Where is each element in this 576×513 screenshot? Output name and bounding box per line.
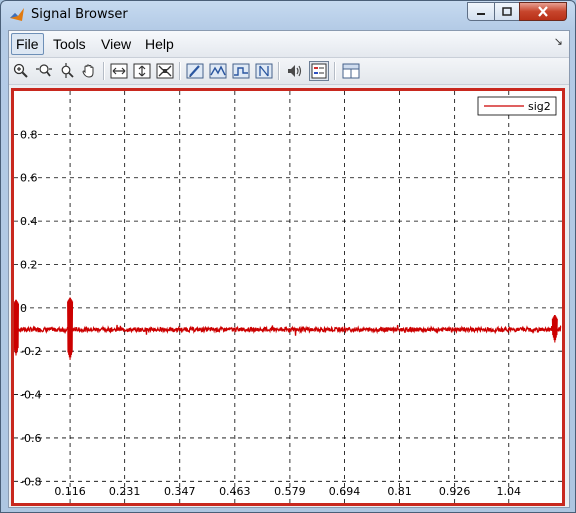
zoom-y-icon (61, 63, 74, 78)
x-tick-label: 0.463 (219, 485, 251, 498)
zoom-x-icon (36, 64, 52, 77)
matlab-logo-icon (10, 8, 24, 21)
pencil-measure-icon (186, 63, 204, 79)
y-tick-label: 0 (20, 302, 27, 315)
x-tick-label: 0.231 (109, 485, 141, 498)
fit-y-button[interactable] (132, 61, 152, 81)
zoom-in-icon (13, 63, 28, 78)
menu-help[interactable]: Help (141, 34, 178, 54)
signal-spike (67, 297, 74, 360)
panel-layout-button[interactable] (341, 61, 361, 81)
toolbar-separator (103, 62, 105, 80)
y-tick-label: -0.2 (20, 345, 41, 358)
signal-spike (551, 314, 558, 343)
title-bar[interactable]: Signal Browser (1, 1, 575, 29)
toolbar-separator (334, 62, 336, 80)
signal-spike (13, 299, 19, 356)
y-tick-label: 0.6 (20, 172, 38, 185)
y-tick-label: -0.6 (20, 432, 41, 445)
menu-restore-icon[interactable]: ↘ (554, 35, 563, 48)
fit-all-icon (156, 63, 174, 79)
toolbar-separator (278, 62, 280, 80)
menu-view[interactable]: View (97, 34, 135, 54)
x-tick-label: 0.81 (387, 485, 412, 498)
client-area: File Tools View Help ↘ 0.116 0.231 0.347… (8, 30, 570, 508)
measure-2-button[interactable] (208, 61, 228, 81)
maximize-button[interactable] (494, 2, 520, 21)
legend-toggle-button[interactable] (309, 61, 329, 81)
minimize-button[interactable] (467, 2, 495, 21)
x-tick-label: 0.926 (439, 485, 471, 498)
zoom-y-button[interactable] (57, 61, 77, 81)
toolbar-separator (179, 62, 181, 80)
x-tick-label: 0.694 (329, 485, 361, 498)
fit-y-icon (133, 63, 151, 79)
y-tick-label: 0.8 (20, 128, 38, 141)
toolbar (9, 58, 569, 85)
measure-1-button[interactable] (185, 61, 205, 81)
fit-all-button[interactable] (155, 61, 175, 81)
window-title: Signal Browser (31, 7, 128, 22)
signal-trace-sig2 (14, 324, 562, 336)
y-tick-label: -0.4 (20, 389, 41, 402)
maximize-icon (502, 7, 512, 16)
y-tick-label: 0.2 (20, 258, 38, 271)
layout-grid-icon (342, 63, 360, 79)
zoom-in-button[interactable] (11, 61, 31, 81)
legend-icon (311, 63, 327, 79)
y-tick-label: -0.8 (20, 475, 41, 488)
close-button[interactable] (519, 2, 567, 21)
hand-icon (82, 64, 94, 78)
measure-4-button[interactable] (254, 61, 274, 81)
waveform-measure-icon (209, 63, 227, 79)
speaker-icon (288, 65, 302, 77)
y-tick-label: 0.4 (20, 215, 38, 228)
x-tick-label: 1.04 (497, 485, 522, 498)
signal-browser-window: Signal Browser File Tools View Help ↘ 0.… (0, 0, 576, 513)
fit-x-icon (110, 63, 128, 79)
plot-area[interactable]: 0.116 0.231 0.347 0.463 0.579 0.694 0.81 0.926 1… (11, 88, 565, 506)
menu-tools[interactable]: Tools (49, 34, 90, 54)
x-tick-label: 0.347 (164, 485, 196, 498)
step-measure-icon (232, 63, 250, 79)
cursor-measure-icon (255, 63, 273, 79)
x-tick-label: 0.579 (274, 485, 306, 498)
fit-x-button[interactable] (109, 61, 129, 81)
menu-file[interactable]: File (11, 33, 44, 55)
measure-3-button[interactable] (231, 61, 251, 81)
speaker-button[interactable] (285, 61, 305, 81)
zoom-x-button[interactable] (34, 61, 54, 81)
menu-bar: File Tools View Help ↘ (9, 31, 569, 58)
pan-button[interactable] (79, 61, 99, 81)
close-icon (538, 6, 548, 17)
legend-label-sig2: sig2 (528, 100, 551, 113)
x-tick-label: 0.116 (54, 485, 86, 498)
minimize-icon (477, 12, 485, 15)
signal-plot[interactable]: 0.116 0.231 0.347 0.463 0.579 0.694 0.81 0.926 1… (13, 91, 562, 503)
